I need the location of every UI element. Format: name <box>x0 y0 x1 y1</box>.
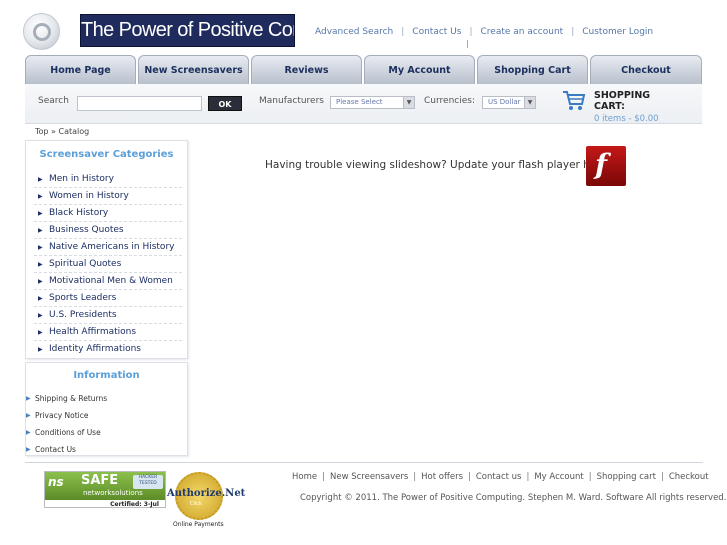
flash-player-icon[interactable]: f <box>586 146 626 186</box>
category-link[interactable]: ▶ Identity Affirmations <box>34 341 182 358</box>
cart-title: SHOPPING CART: <box>594 90 651 112</box>
tab-new-screensavers[interactable]: New Screensavers <box>138 55 249 84</box>
currencies-label: Currencies: <box>424 96 475 106</box>
top-links: Advanced Search | Contact Us | Create an acc… <box>315 27 654 37</box>
ns-certified-text: Certified: 3-Jul <box>110 501 159 508</box>
bullet-icon: ▶ <box>38 312 43 319</box>
footer-link-hot-offers[interactable]: Hot offers <box>421 472 463 482</box>
logo-icon[interactable] <box>23 13 60 50</box>
category-link[interactable]: ▶ Men in History <box>34 171 182 188</box>
manufacturers-select-value: Please Select <box>336 98 383 106</box>
manufacturers-label: Manufacturers <box>259 96 324 106</box>
site-logo[interactable]: The Power of Positive Computing <box>80 14 295 47</box>
ns-sub-text: networksolutions <box>83 489 143 497</box>
category-link[interactable]: ▶ Motivational Men & Women <box>34 273 182 290</box>
search-label: Search <box>38 96 69 106</box>
bullet-icon: ▶ <box>38 244 43 251</box>
bullet-icon: ▶ <box>38 278 43 285</box>
tab-shopping-cart[interactable]: Shopping Cart <box>477 55 588 84</box>
network-solutions-badge[interactable]: ns SAFE HACKER TESTED networksolutions C… <box>44 471 166 508</box>
category-link[interactable]: ▶ Spiritual Quotes <box>34 256 182 273</box>
bullet-icon: ▶ <box>38 295 43 302</box>
cart-summary-link[interactable]: 0 items - $0.00 <box>594 114 659 124</box>
main-nav: Home Page New Screensavers Reviews My Ac… <box>25 55 702 84</box>
ns-hacker-text: HACKER TESTED <box>133 475 163 489</box>
information-box: Information ▶ Shipping & Returns ▶ Privacy… <box>25 362 188 456</box>
tab-home-page[interactable]: Home Page <box>25 55 136 84</box>
footer-divider <box>25 462 703 463</box>
breadcrumb: Top » Catalog <box>35 127 89 136</box>
category-link[interactable]: ▶ Health Affirmations <box>34 324 182 341</box>
tab-checkout[interactable]: Checkout <box>590 55 702 84</box>
bullet-icon: ▶ <box>38 329 43 336</box>
category-link[interactable]: ▶ Women in History <box>34 188 182 205</box>
header: The Power of Positive Computing Advanced… <box>0 0 727 56</box>
bullet-icon: ▶ <box>38 227 43 234</box>
footer-link-new-screensavers[interactable]: New Screensavers <box>330 472 408 482</box>
footer-link-contact-us[interactable]: Contact us <box>476 472 522 482</box>
contact-us-link[interactable]: Contact Us <box>412 27 461 37</box>
shopping-cart-icon[interactable] <box>562 90 586 112</box>
info-link[interactable]: ▶ Conditions of Use <box>26 424 187 441</box>
bullet-icon: ▶ <box>26 446 31 453</box>
bullet-icon: ▶ <box>38 261 43 268</box>
category-link[interactable]: ▶ Black History <box>34 205 182 222</box>
bullet-icon: ▶ <box>38 176 43 183</box>
footer-link-home[interactable]: Home <box>292 472 317 482</box>
category-link[interactable]: ▶ Native Americans in History <box>34 239 182 256</box>
ns-safe-text: SAFE <box>81 473 119 488</box>
authorize-net-name: Authorize.Net <box>167 488 246 499</box>
copyright: Copyright © 2011. The Power of Positive … <box>300 493 727 503</box>
search-bar: Search OK Manufacturers Please Select ▼ … <box>25 84 702 124</box>
info-link[interactable]: ▶ Contact Us <box>26 441 187 458</box>
currency-select[interactable]: US Dollar ▼ <box>482 96 536 109</box>
information-title: Information <box>73 370 140 381</box>
ns-logo-text: ns <box>48 475 64 489</box>
tab-reviews[interactable]: Reviews <box>251 55 362 84</box>
currency-select-value: US Dollar <box>488 98 521 106</box>
authorize-net-click: Click <box>190 501 202 507</box>
search-ok-button[interactable]: OK <box>208 96 242 111</box>
sidebar: Screensaver Categories ▶ Men in History ▶… <box>25 140 188 456</box>
info-link[interactable]: ▶ Shipping & Returns <box>26 390 187 407</box>
bullet-icon: ▶ <box>38 346 43 353</box>
bullet-icon: ▶ <box>26 429 31 436</box>
search-input[interactable] <box>77 96 202 111</box>
manufacturers-select[interactable]: Please Select ▼ <box>330 96 415 109</box>
create-account-link[interactable]: Create an account <box>481 27 564 37</box>
bullet-icon: ▶ <box>38 210 43 217</box>
chevron-down-icon: ▼ <box>403 97 414 108</box>
categories-title: Screensaver Categories <box>39 149 174 160</box>
flash-message: Having trouble viewing slideshow? Update… <box>265 159 611 171</box>
bullet-icon: ▶ <box>38 193 43 200</box>
divider <box>467 40 468 48</box>
breadcrumb-separator: » <box>51 127 56 136</box>
bullet-icon: ▶ <box>26 395 31 402</box>
footer-links: Home | New Screensavers | Hot offers | Contact… <box>292 472 709 482</box>
breadcrumb-current: Catalog <box>58 127 90 136</box>
breadcrumb-top[interactable]: Top <box>35 127 49 136</box>
category-link[interactable]: ▶ U.S. Presidents <box>34 307 182 324</box>
categories-box: Screensaver Categories ▶ Men in History ▶… <box>25 140 188 359</box>
advanced-search-link[interactable]: Advanced Search <box>315 27 393 37</box>
info-link[interactable]: ▶ Privacy Notice <box>26 407 187 424</box>
chevron-down-icon: ▼ <box>524 97 535 108</box>
tab-my-account[interactable]: My Account <box>364 55 475 84</box>
customer-login-link[interactable]: Customer Login <box>582 27 653 37</box>
footer-link-checkout[interactable]: Checkout <box>669 472 709 482</box>
authorize-net-subtitle: Online Payments <box>173 521 224 528</box>
footer-link-shopping-cart[interactable]: Shopping cart <box>597 472 656 482</box>
bullet-icon: ▶ <box>26 412 31 419</box>
footer-link-my-account[interactable]: My Account <box>534 472 583 482</box>
category-link[interactable]: ▶ Business Quotes <box>34 222 182 239</box>
category-link[interactable]: ▶ Sports Leaders <box>34 290 182 307</box>
